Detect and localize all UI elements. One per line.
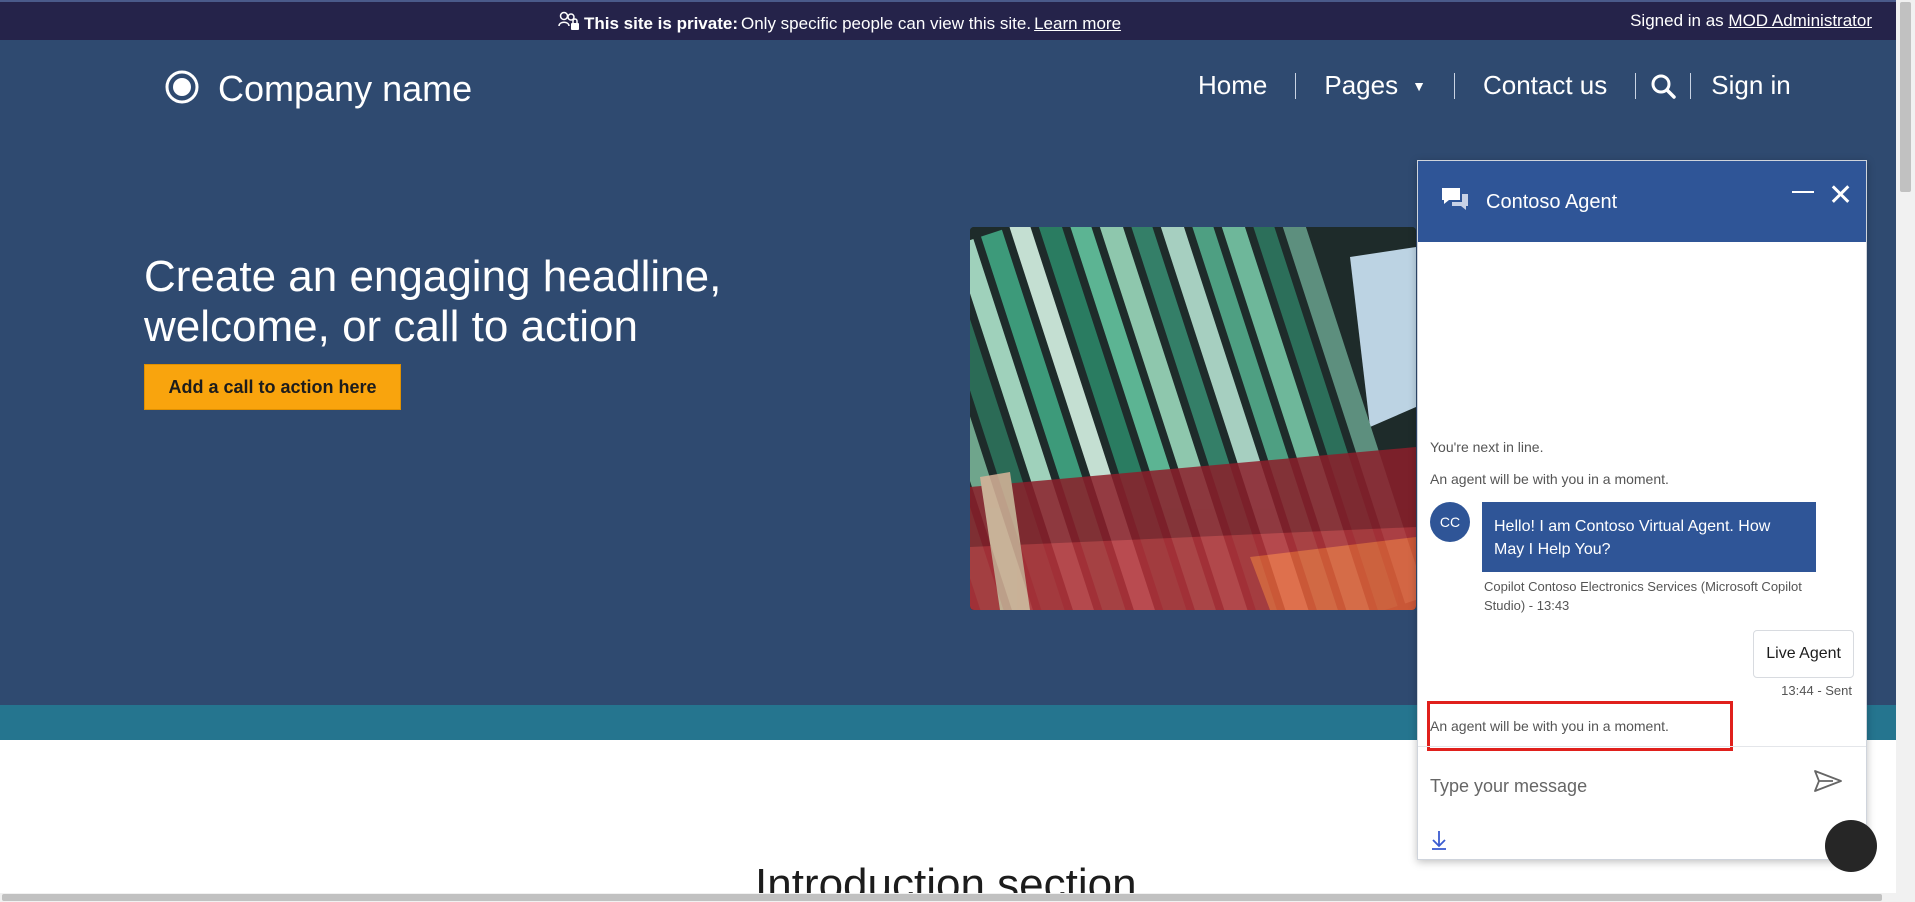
bot-message-bubble: Hello! I am Contoso Virtual Agent. How M… <box>1482 502 1816 572</box>
signed-in-prefix: Signed in as <box>1630 11 1724 30</box>
nav-sign-in[interactable]: Sign in <box>1691 70 1819 101</box>
vertical-scroll-thumb[interactable] <box>1900 2 1911 192</box>
user-message-meta: 13:44 - Sent <box>1781 683 1852 698</box>
nav-contact[interactable]: Contact us <box>1455 70 1635 101</box>
chat-launcher-button[interactable] <box>1825 820 1877 872</box>
user-account-link[interactable]: MOD Administrator <box>1728 11 1872 30</box>
private-site-notice: This site is private: Only specific peop… <box>558 11 1121 36</box>
main-nav: Home Pages ▼ Contact us Sign in <box>1170 70 1819 101</box>
private-description: Only specific people can view this site. <box>741 13 1032 33</box>
company-name: Company name <box>218 68 473 109</box>
hero-headline: Create an engaging headline, welcome, or… <box>144 252 722 351</box>
people-lock-icon <box>558 11 584 36</box>
signed-in-info: Signed in as MOD Administrator <box>1630 11 1872 31</box>
close-icon[interactable]: ✕ <box>1828 181 1853 211</box>
minimize-icon[interactable] <box>1792 191 1814 193</box>
nav-pages[interactable]: Pages ▼ <box>1296 70 1454 101</box>
horizontal-scrollbar[interactable] <box>0 893 1896 902</box>
avatar: CC <box>1430 502 1470 542</box>
queue-status-text: You're next in line. <box>1430 439 1544 455</box>
private-site-banner: This site is private: Only specific peop… <box>0 0 1896 40</box>
nav-pages-label: Pages <box>1324 70 1399 100</box>
highlight-box <box>1427 701 1733 751</box>
chat-bubbles-icon <box>1440 186 1470 219</box>
learn-more-link[interactable]: Learn more <box>1034 14 1121 34</box>
bot-message-meta: Copilot Contoso Electronics Services (Mi… <box>1484 579 1802 613</box>
search-icon <box>1651 74 1676 99</box>
chat-widget: Contoso Agent ✕ You're next in line. An … <box>1417 160 1867 860</box>
message-input[interactable] <box>1430 771 1790 801</box>
hero-image <box>970 227 1416 610</box>
download-icon[interactable] <box>1430 829 1448 856</box>
agent-wait-message: An agent will be with you in a moment. <box>1430 471 1669 487</box>
chat-header: Contoso Agent ✕ <box>1418 161 1866 242</box>
chat-title: Contoso Agent <box>1486 191 1618 213</box>
user-message-bubble: Live Agent <box>1753 630 1854 678</box>
nav-home[interactable]: Home <box>1170 70 1295 101</box>
cta-button[interactable]: Add a call to action here <box>144 364 401 410</box>
send-icon[interactable] <box>1813 769 1843 798</box>
vertical-scrollbar[interactable] <box>1896 0 1915 902</box>
chat-input-area <box>1418 746 1866 861</box>
horizontal-scroll-thumb[interactable] <box>2 894 1882 901</box>
site-header: Company name Home Pages ▼ Contact us Sig… <box>0 40 1896 180</box>
private-label: This site is private: <box>584 13 738 33</box>
search-button[interactable] <box>1636 73 1690 99</box>
chevron-down-icon: ▼ <box>1412 77 1426 94</box>
logo-ring-icon <box>164 69 200 110</box>
company-logo[interactable]: Company name <box>164 68 472 110</box>
